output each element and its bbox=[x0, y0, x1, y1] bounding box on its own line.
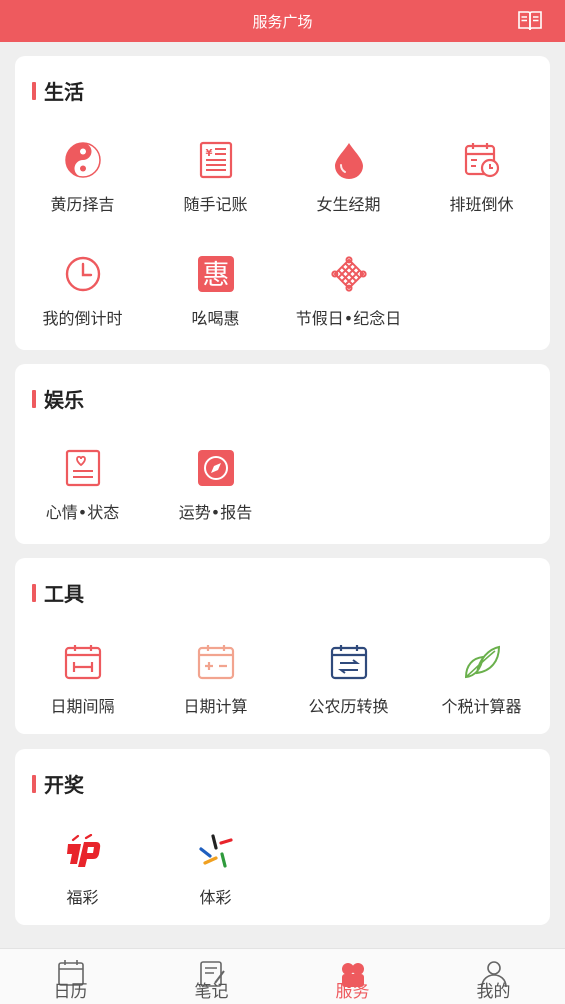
service-item-period[interactable]: 女生经期 bbox=[282, 141, 415, 215]
service-item-label: 体彩 bbox=[199, 888, 232, 907]
clock-icon bbox=[65, 256, 100, 292]
service-item-tax-calc[interactable]: 个税计算器 bbox=[415, 643, 548, 717]
section-entertainment: 娱乐 心情•状态 运势•报告 bbox=[15, 364, 550, 544]
service-item-label: 黄历择吉 bbox=[50, 195, 115, 214]
service-item-holidays[interactable]: 节假日•纪念日 bbox=[282, 255, 415, 329]
section-life: 生活 黄历择吉 ¥ 随手记账 女生经期 排班倒休 我的倒计时 惠 吆喝惠 节假日… bbox=[15, 56, 550, 350]
service-item-label: 随手记账 bbox=[183, 195, 248, 214]
date-interval-icon bbox=[64, 645, 101, 680]
shift-calendar-icon bbox=[464, 143, 499, 178]
section-title: 开奖 bbox=[44, 773, 84, 797]
bottom-tab-bar: 日历 笔记 服务 我的 bbox=[0, 948, 565, 1004]
tab-label: 日历 bbox=[53, 982, 88, 1002]
service-item-label: 吆喝惠 bbox=[191, 309, 240, 328]
section-title: 生活 bbox=[44, 80, 84, 104]
compass-icon bbox=[197, 450, 234, 486]
leaf-icon bbox=[464, 645, 500, 679]
service-item-mood[interactable]: 心情•状态 bbox=[16, 449, 149, 523]
section-title: 工具 bbox=[44, 582, 84, 606]
section-accent-bar bbox=[32, 81, 36, 100]
welfare-lottery-icon bbox=[66, 834, 100, 867]
service-item-date-interval[interactable]: 日期间隔 bbox=[16, 643, 149, 717]
service-item-shift[interactable]: 排班倒休 bbox=[415, 141, 548, 215]
section-accent-bar bbox=[32, 389, 36, 408]
service-item-label: 心情•状态 bbox=[45, 503, 120, 522]
tab-label: 笔记 bbox=[194, 982, 229, 1002]
tab-service[interactable]: 服务 bbox=[282, 949, 423, 1004]
yin-yang-icon bbox=[64, 142, 101, 178]
service-item-label: 我的倒计时 bbox=[42, 309, 123, 328]
service-item-label: 排班倒休 bbox=[449, 195, 514, 214]
service-item-bookkeeping[interactable]: ¥ 随手记账 bbox=[149, 141, 282, 215]
top-bar: 服务广场 bbox=[0, 0, 565, 42]
tab-calendar[interactable]: 日历 bbox=[0, 949, 141, 1004]
date-calc-icon bbox=[197, 645, 234, 680]
tab-profile[interactable]: 我的 bbox=[423, 949, 564, 1004]
svg-text:惠: 惠 bbox=[202, 260, 229, 291]
service-item-welfare-lottery[interactable]: 福彩 bbox=[16, 834, 149, 908]
section-tools: 工具 日期间隔 日期计算 公农历转换 个税计算器 bbox=[15, 558, 550, 734]
section-accent-bar bbox=[32, 583, 36, 602]
service-item-label: 运势•报告 bbox=[178, 503, 253, 522]
service-item-label: 个税计算器 bbox=[441, 697, 522, 716]
chinese-knot-icon bbox=[330, 256, 367, 292]
ledger-icon: ¥ bbox=[199, 141, 232, 179]
service-item-calendar-convert[interactable]: 公农历转换 bbox=[282, 643, 415, 717]
calendar-convert-icon bbox=[330, 645, 367, 680]
book-icon[interactable] bbox=[517, 9, 543, 33]
tab-label: 我的 bbox=[476, 982, 511, 1002]
service-item-label: 日期间隔 bbox=[50, 697, 115, 716]
svg-text:¥: ¥ bbox=[205, 148, 212, 159]
service-item-countdown[interactable]: 我的倒计时 bbox=[16, 255, 149, 329]
section-header: 开奖 bbox=[32, 769, 84, 798]
section-header: 工具 bbox=[32, 578, 84, 607]
section-accent-bar bbox=[32, 774, 36, 793]
service-item-label: 日期计算 bbox=[183, 697, 248, 716]
service-item-almanac[interactable]: 黄历择吉 bbox=[16, 141, 149, 215]
sports-lottery-icon bbox=[198, 834, 233, 868]
section-lottery: 开奖 福彩 体彩 bbox=[15, 749, 550, 925]
tab-label: 服务 bbox=[335, 982, 370, 1002]
blood-drop-icon bbox=[334, 143, 363, 179]
discount-icon: 惠 bbox=[197, 256, 234, 292]
service-item-label: 节假日•纪念日 bbox=[295, 309, 402, 328]
mood-icon bbox=[65, 449, 100, 487]
service-item-date-calc[interactable]: 日期计算 bbox=[149, 643, 282, 717]
tab-notes[interactable]: 笔记 bbox=[141, 949, 282, 1004]
section-header: 娱乐 bbox=[32, 384, 84, 413]
service-item-label: 公农历转换 bbox=[308, 697, 389, 716]
service-item-fortune[interactable]: 运势•报告 bbox=[149, 449, 282, 523]
section-title: 娱乐 bbox=[44, 388, 84, 412]
section-header: 生活 bbox=[32, 76, 84, 105]
page-title: 服务广场 bbox=[252, 12, 313, 31]
service-item-label: 福彩 bbox=[66, 888, 99, 907]
service-item-label: 女生经期 bbox=[316, 195, 381, 214]
service-item-discount[interactable]: 惠 吆喝惠 bbox=[149, 255, 282, 329]
service-item-sports-lottery[interactable]: 体彩 bbox=[149, 834, 282, 908]
